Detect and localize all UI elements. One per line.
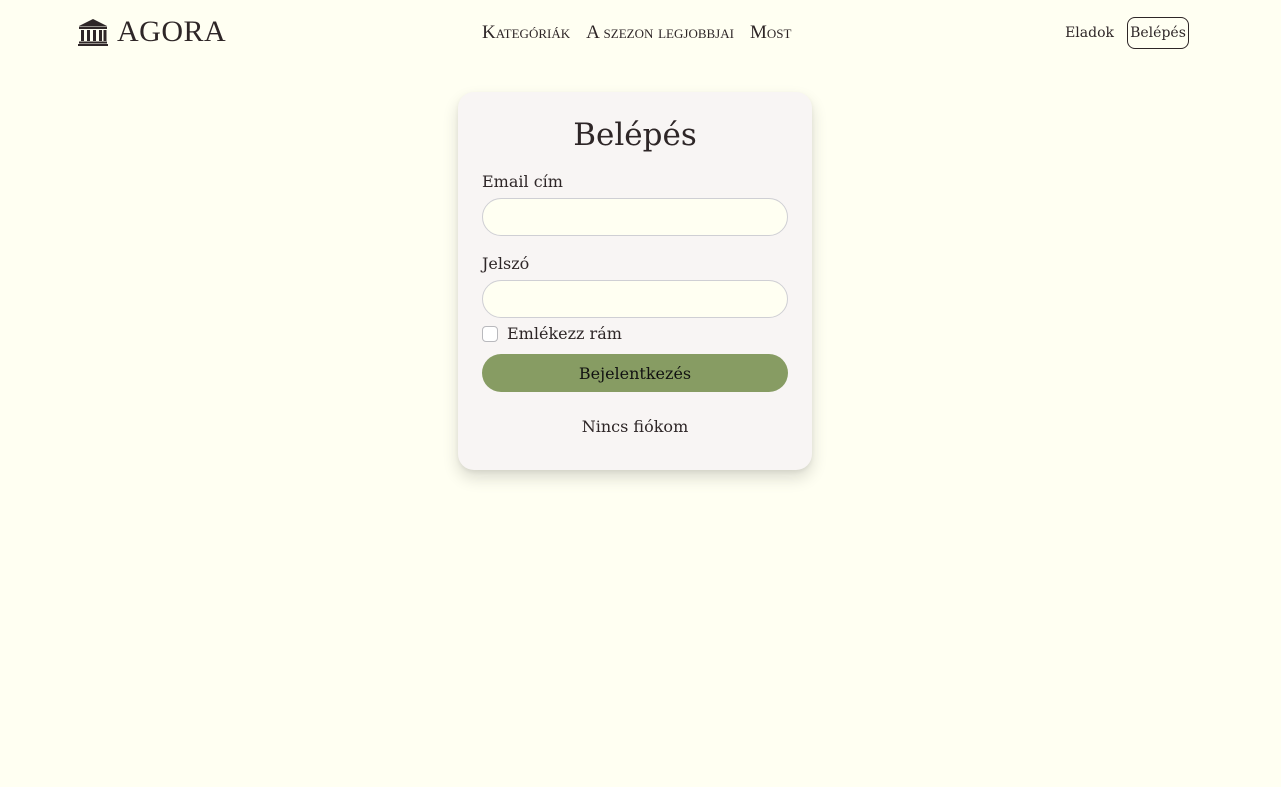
museum-icon — [78, 18, 108, 46]
login-nav-button[interactable]: Belépés — [1127, 17, 1189, 49]
top-navbar: AGORA Kategóriák A szezon legjobbjai Mos… — [0, 0, 1281, 66]
nav-link-now[interactable]: Most — [750, 22, 791, 44]
email-label: Email cím — [482, 172, 563, 191]
no-account-link[interactable]: Nincs fiókom — [458, 416, 812, 438]
main-nav: Kategóriák A szezon legjobbjai Most — [482, 22, 791, 44]
login-title: Belépés — [573, 117, 697, 153]
brand-logo-link[interactable]: AGORA — [78, 16, 226, 48]
nav-link-season-best[interactable]: A szezon legjobbjai — [586, 22, 734, 44]
submit-login-button[interactable]: Bejelentkezés — [482, 354, 788, 392]
remember-me-label[interactable]: Emlékezz rám — [507, 324, 622, 344]
login-card: Belépés Email cím Jelszó Emlékezz rám Be… — [458, 92, 812, 470]
password-label: Jelszó — [482, 254, 530, 273]
password-input[interactable] — [482, 280, 788, 318]
sell-link[interactable]: Eladok — [1065, 17, 1114, 49]
email-input[interactable] — [482, 198, 788, 236]
nav-actions: Eladok Belépés — [1065, 17, 1189, 49]
remember-me-row: Emlékezz rám — [482, 324, 622, 344]
brand-name: AGORA — [117, 15, 227, 48]
remember-me-checkbox[interactable] — [482, 326, 498, 342]
nav-link-categories[interactable]: Kategóriák — [482, 22, 570, 44]
